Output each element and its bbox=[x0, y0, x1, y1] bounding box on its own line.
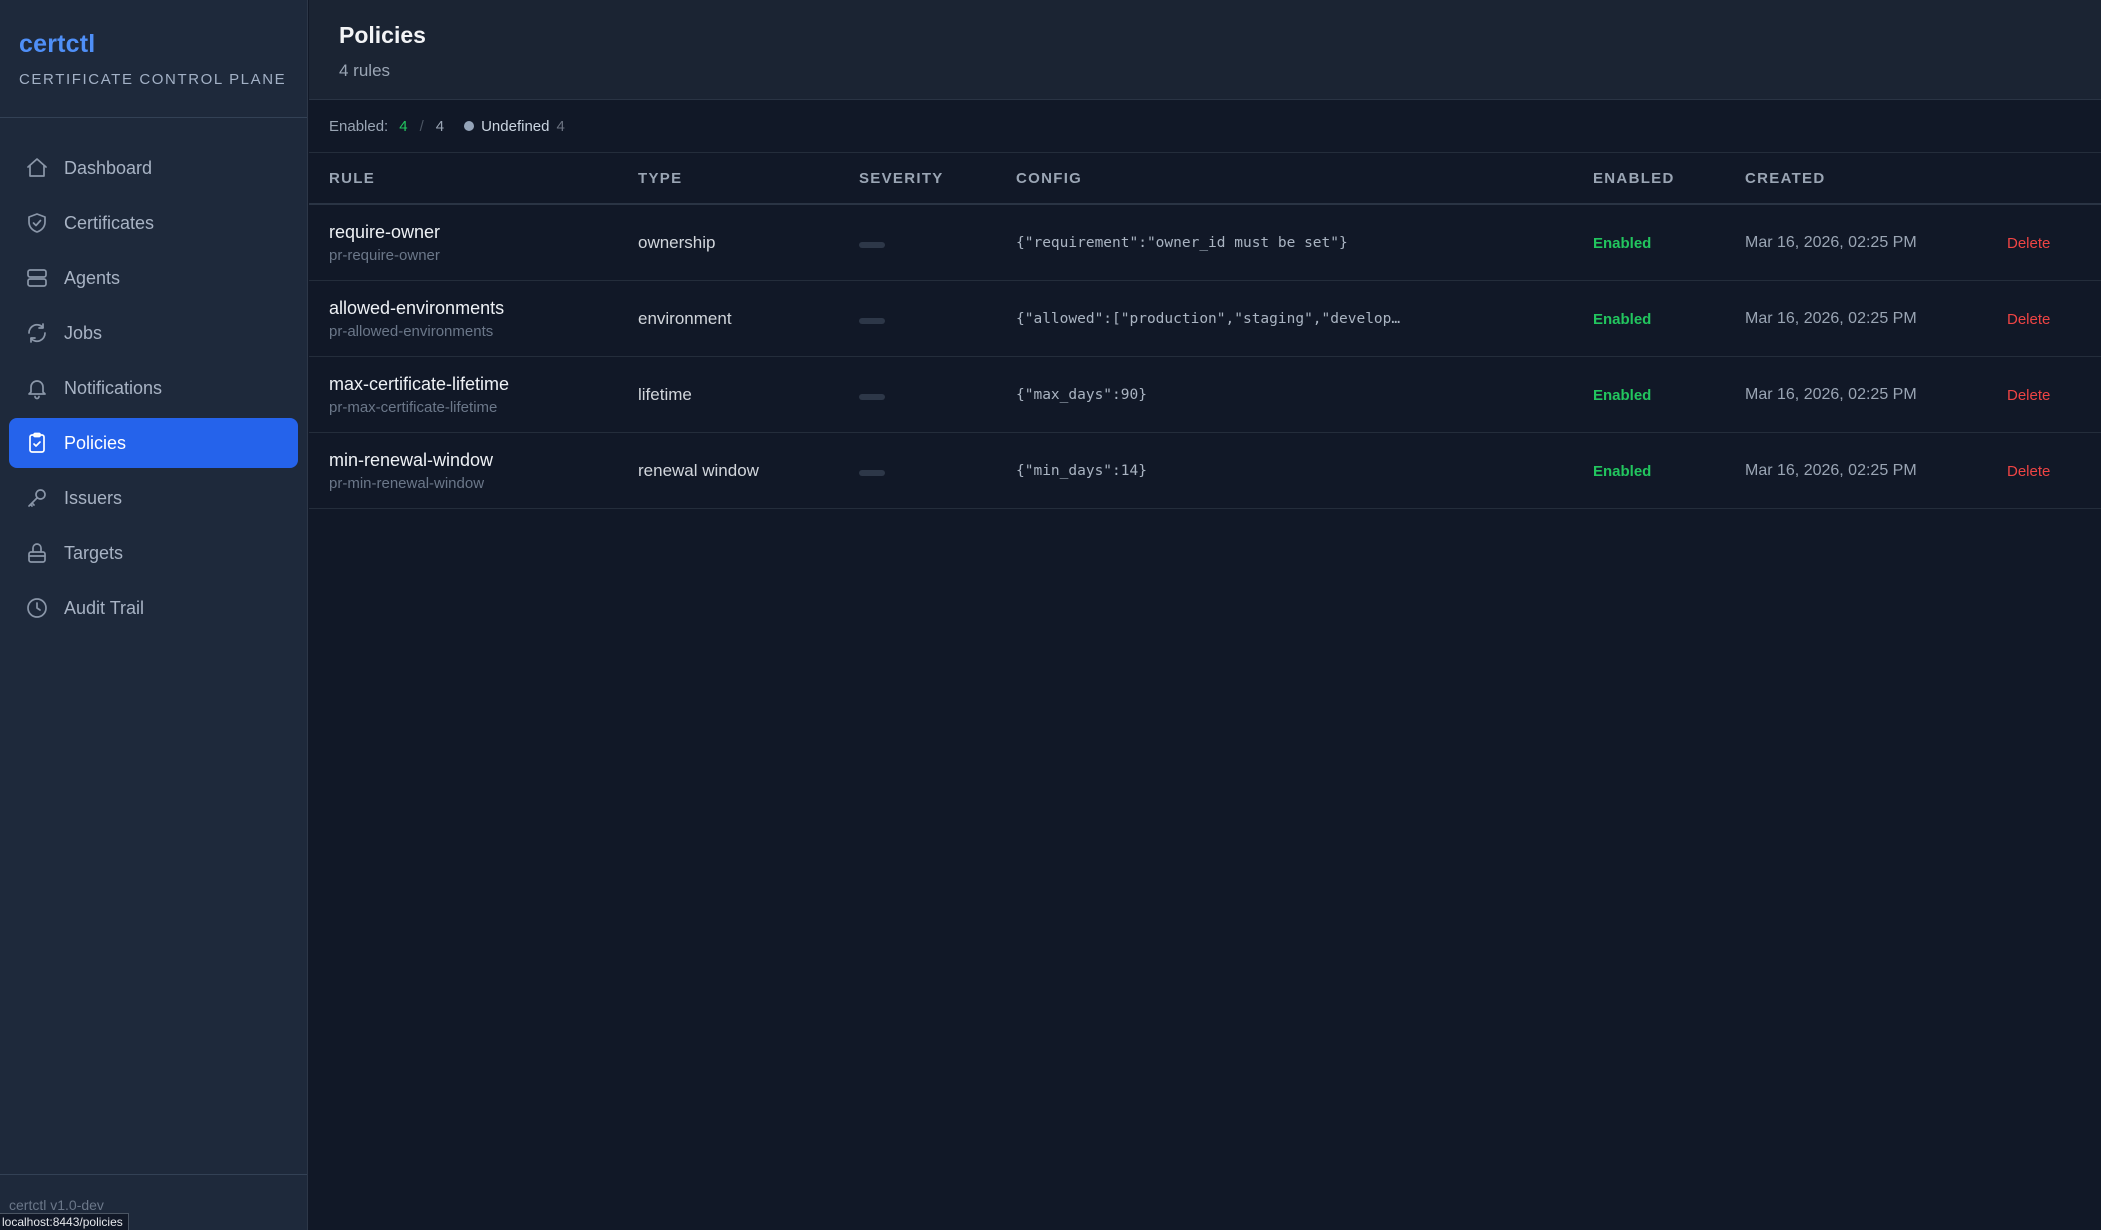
enabled-label: Enabled: bbox=[329, 117, 389, 135]
severity-badge bbox=[859, 317, 885, 324]
rule-name[interactable]: allowed-environments bbox=[329, 298, 618, 319]
sidebar-footer: certctl v1.0-dev localhost:8443/policies bbox=[0, 1174, 307, 1230]
rule-type: renewal window bbox=[618, 432, 839, 509]
rule-id: pr-min-renewal-window bbox=[329, 474, 485, 492]
severity-badge bbox=[859, 469, 885, 476]
summary-bar: Enabled: 4 / 4 Undefined 4 bbox=[309, 100, 2101, 153]
main-content: Policies 4 rules Enabled: 4 / 4 Undefine… bbox=[309, 0, 2101, 1230]
sidebar-nav: Dashboard Certificates Agents Jobs Notif… bbox=[0, 118, 307, 633]
server-icon bbox=[25, 266, 49, 290]
policies-table: RULE TYPE SEVERITY CONFIG ENABLED CREATE… bbox=[309, 153, 2101, 509]
delete-button[interactable]: Delete bbox=[2007, 463, 2050, 480]
rule-name[interactable]: require-owner bbox=[329, 222, 618, 243]
brand: certctl CERTIFICATE CONTROL PLANE bbox=[0, 0, 307, 118]
page-header: Policies 4 rules bbox=[309, 0, 2101, 100]
sidebar-item-issuers[interactable]: Issuers bbox=[9, 473, 298, 523]
enabled-status[interactable]: Enabled bbox=[1593, 387, 1651, 404]
created-date: Mar 16, 2026, 02:25 PM bbox=[1725, 280, 1987, 357]
sidebar-item-audit-trail[interactable]: Audit Trail bbox=[9, 583, 298, 633]
rule-config: {"requirement":"owner_id must be set"} bbox=[1016, 234, 1348, 251]
sidebar-item-label: Audit Trail bbox=[64, 597, 145, 618]
brand-name[interactable]: certctl bbox=[19, 30, 288, 59]
severity-badge bbox=[859, 393, 885, 400]
column-header-rule[interactable]: RULE bbox=[309, 153, 618, 205]
table-header-row: RULE TYPE SEVERITY CONFIG ENABLED CREATE… bbox=[309, 153, 2101, 205]
undefined-count: 4 bbox=[556, 117, 565, 135]
column-header-enabled[interactable]: ENABLED bbox=[1573, 153, 1725, 205]
sidebar-item-label: Issuers bbox=[64, 487, 123, 508]
home-icon bbox=[25, 156, 49, 180]
shield-check-icon bbox=[25, 211, 49, 235]
column-header-actions bbox=[1987, 153, 2101, 205]
undefined-dot-icon bbox=[464, 121, 475, 131]
status-url-tooltip: localhost:8443/policies bbox=[0, 1213, 129, 1230]
rule-id: pr-allowed-environments bbox=[329, 322, 494, 340]
delete-button[interactable]: Delete bbox=[2007, 235, 2050, 252]
delete-button[interactable]: Delete bbox=[2007, 311, 2050, 328]
sidebar-item-label: Certificates bbox=[64, 212, 155, 233]
sidebar: certctl CERTIFICATE CONTROL PLANE Dashbo… bbox=[0, 0, 308, 1230]
enabled-count: 4 bbox=[399, 117, 408, 135]
rule-type: environment bbox=[618, 280, 839, 357]
lock-icon bbox=[25, 541, 49, 565]
sidebar-item-label: Policies bbox=[64, 432, 127, 453]
page-subtitle: 4 rules bbox=[339, 61, 391, 80]
rule-type: ownership bbox=[618, 204, 839, 281]
enabled-status[interactable]: Enabled bbox=[1593, 311, 1651, 328]
table-row[interactable]: min-renewal-window pr-min-renewal-window … bbox=[309, 432, 2101, 509]
table-row[interactable]: allowed-environments pr-allowed-environme… bbox=[309, 280, 2101, 357]
column-header-type[interactable]: TYPE bbox=[618, 153, 839, 205]
created-date: Mar 16, 2026, 02:25 PM bbox=[1725, 204, 1987, 281]
table-row[interactable]: require-owner pr-require-owner ownership … bbox=[309, 204, 2101, 281]
rule-name[interactable]: min-renewal-window bbox=[329, 450, 618, 471]
page-title: Policies bbox=[339, 22, 426, 48]
sidebar-item-dashboard[interactable]: Dashboard bbox=[9, 143, 298, 193]
delete-button[interactable]: Delete bbox=[2007, 387, 2050, 404]
count-separator: / bbox=[419, 117, 424, 135]
rule-id: pr-max-certificate-lifetime bbox=[329, 398, 498, 416]
bell-icon bbox=[25, 376, 49, 400]
rule-config: {"max_days":90} bbox=[1016, 386, 1147, 403]
severity-badge bbox=[859, 241, 885, 248]
sidebar-item-targets[interactable]: Targets bbox=[9, 528, 298, 578]
sidebar-item-notifications[interactable]: Notifications bbox=[9, 363, 298, 413]
sidebar-item-policies[interactable]: Policies bbox=[9, 418, 298, 468]
column-header-severity[interactable]: SEVERITY bbox=[839, 153, 996, 205]
sidebar-item-agents[interactable]: Agents bbox=[9, 253, 298, 303]
table-row[interactable]: max-certificate-lifetime pr-max-certifica… bbox=[309, 356, 2101, 433]
sidebar-item-label: Notifications bbox=[64, 377, 163, 398]
sidebar-item-jobs[interactable]: Jobs bbox=[9, 308, 298, 358]
created-date: Mar 16, 2026, 02:25 PM bbox=[1725, 356, 1987, 433]
rule-type: lifetime bbox=[618, 356, 839, 433]
sidebar-item-certificates[interactable]: Certificates bbox=[9, 198, 298, 248]
enabled-status[interactable]: Enabled bbox=[1593, 235, 1651, 252]
created-date: Mar 16, 2026, 02:25 PM bbox=[1725, 432, 1987, 509]
column-header-created[interactable]: CREATED bbox=[1725, 153, 1987, 205]
refresh-icon bbox=[25, 321, 49, 345]
rule-name[interactable]: max-certificate-lifetime bbox=[329, 374, 618, 395]
sidebar-item-label: Dashboard bbox=[64, 157, 153, 178]
total-count: 4 bbox=[435, 117, 445, 135]
version-label: certctl v1.0-dev bbox=[9, 1197, 104, 1213]
rule-config: {"allowed":["production","staging","deve… bbox=[1016, 310, 1401, 327]
clipboard-check-icon bbox=[25, 431, 49, 455]
clock-icon bbox=[25, 596, 49, 620]
enabled-status[interactable]: Enabled bbox=[1593, 463, 1651, 480]
sidebar-item-label: Targets bbox=[64, 542, 124, 563]
undefined-label: Undefined bbox=[481, 117, 550, 135]
key-icon bbox=[25, 486, 49, 510]
brand-subtitle: CERTIFICATE CONTROL PLANE bbox=[19, 71, 287, 88]
rule-config: {"min_days":14} bbox=[1016, 462, 1147, 479]
column-header-config[interactable]: CONFIG bbox=[996, 153, 1573, 205]
rule-id: pr-require-owner bbox=[329, 246, 440, 264]
sidebar-item-label: Agents bbox=[64, 267, 121, 288]
sidebar-item-label: Jobs bbox=[64, 322, 103, 343]
